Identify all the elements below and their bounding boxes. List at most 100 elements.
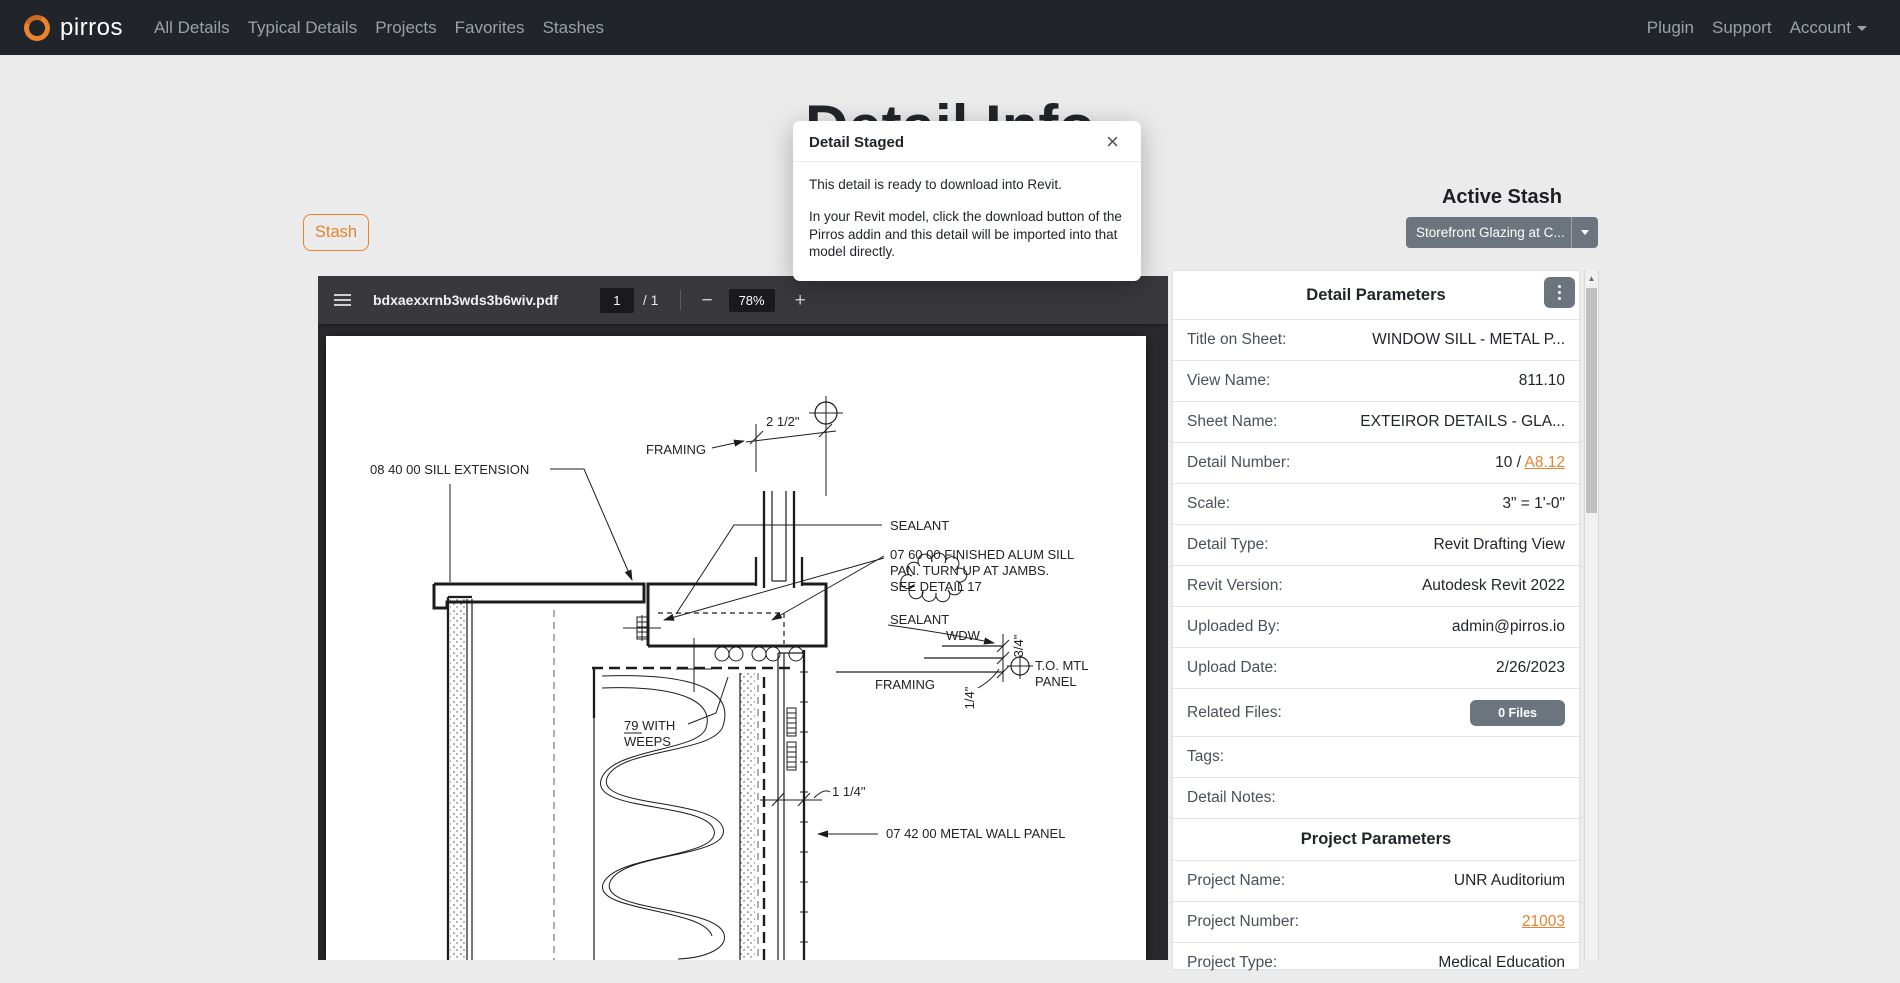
label-to-mtl: T.O. MTL xyxy=(1035,658,1088,673)
modal-body: This detail is ready to download into Re… xyxy=(793,162,1141,281)
label-dim-3-4: 3/4" xyxy=(1011,634,1026,657)
zoom-level: 78% xyxy=(728,288,775,312)
detail-parameters-panel: Detail Parameters Title on Sheet: WINDOW… xyxy=(1172,270,1580,971)
row-value: 2/26/2023 xyxy=(1496,659,1565,676)
nav-item-favorites[interactable]: Favorites xyxy=(446,18,534,38)
label-framing-bottom: FRAMING xyxy=(875,677,935,692)
top-navbar: pirros All Details Typical Details Proje… xyxy=(0,0,1900,55)
close-icon[interactable]: × xyxy=(1100,131,1125,153)
row-value: WINDOW SILL - METAL P... xyxy=(1372,331,1565,348)
project-parameters-header: Project Parameters xyxy=(1173,818,1579,860)
param-row-detail-type: Detail Type: Revit Drafting View xyxy=(1173,524,1579,565)
toolbar-separator xyxy=(680,290,682,310)
brand[interactable]: pirros xyxy=(20,10,123,45)
row-label: Tags: xyxy=(1187,748,1225,765)
row-label: Project Name: xyxy=(1187,872,1286,889)
row-label: Detail Notes: xyxy=(1187,789,1276,806)
row-value: 811.10 xyxy=(1518,372,1565,389)
label-dim-1-4: 1/4" xyxy=(962,686,977,709)
active-stash-dropdown[interactable]: Storefront Glazing at C... xyxy=(1406,217,1598,248)
active-stash-selected: Storefront Glazing at C... xyxy=(1416,225,1565,240)
panel-header: Detail Parameters xyxy=(1173,271,1579,319)
detail-drawing: 2 1/2" FRAMING 1 1/4" 07 42 00 METAL WAL… xyxy=(370,396,1088,960)
nav-item-all-details[interactable]: All Details xyxy=(145,18,239,38)
related-files-button[interactable]: 0 Files xyxy=(1470,699,1565,726)
param-row-scale: Scale: 3" = 1'-0" xyxy=(1173,483,1579,524)
row-value: 3" = 1'-0" xyxy=(1502,495,1565,512)
chevron-down-icon xyxy=(1581,230,1589,235)
row-value: Medical Education xyxy=(1438,954,1565,971)
row-label: Uploaded By: xyxy=(1187,618,1281,635)
param-row-revit-version: Revit Version: Autodesk Revit 2022 xyxy=(1173,565,1579,606)
nav-item-projects[interactable]: Projects xyxy=(366,18,445,38)
page-count: / 1 xyxy=(642,292,659,308)
row-value: admin@pirros.io xyxy=(1451,618,1565,635)
project-number-link[interactable]: 21003 xyxy=(1522,913,1565,930)
label-sill-extension: 08 40 00 SILL EXTENSION xyxy=(370,462,529,477)
modal-title: Detail Staged xyxy=(809,133,905,151)
row-label: Project Number: xyxy=(1187,913,1299,930)
label-framing-top: FRAMING xyxy=(646,442,706,457)
detail-staged-modal: Detail Staged × This detail is ready to … xyxy=(793,121,1141,282)
param-row-related-files: Related Files: 0 Files xyxy=(1173,688,1579,736)
row-label: Scale: xyxy=(1187,495,1231,512)
param-row-tags: Tags: xyxy=(1173,736,1579,777)
scroll-up-arrow[interactable]: ▲ xyxy=(1585,270,1598,286)
panel-scrollbar[interactable]: ▲ xyxy=(1584,270,1599,960)
nav-item-account[interactable]: Account xyxy=(1781,18,1876,38)
account-label: Account xyxy=(1789,17,1851,37)
nav-item-plugin[interactable]: Plugin xyxy=(1638,18,1703,38)
label-metal-wall-panel: 07 42 00 METAL WALL PANEL xyxy=(886,826,1065,841)
nav-item-stashes[interactable]: Stashes xyxy=(534,18,613,38)
row-label: Upload Date: xyxy=(1187,659,1278,676)
row-label: Title on Sheet: xyxy=(1187,331,1287,348)
label-weeps-2: WEEPS xyxy=(624,734,671,749)
param-row-view-name: View Name: 811.10 xyxy=(1173,360,1579,401)
row-label: Detail Type: xyxy=(1187,536,1269,553)
param-row-detail-notes: Detail Notes: xyxy=(1173,777,1579,818)
param-row-project-number: Project Number: 21003 xyxy=(1173,901,1579,942)
row-value: Autodesk Revit 2022 xyxy=(1421,577,1565,594)
pdf-toolbar: bdxaexxrnb3wds3b6wiv.pdf / 1 − 78% + xyxy=(318,276,1168,324)
sidebar-toggle-icon[interactable] xyxy=(334,291,351,309)
page-number-input[interactable] xyxy=(599,287,634,313)
kebab-menu-button[interactable] xyxy=(1544,277,1575,308)
zoom-out-button[interactable]: − xyxy=(695,290,718,311)
zoom-in-button[interactable]: + xyxy=(789,290,812,311)
row-label: Sheet Name: xyxy=(1187,413,1278,430)
param-row-project-name: Project Name: UNR Auditorium xyxy=(1173,860,1579,901)
pirros-logo-icon xyxy=(20,10,54,45)
label-to-mtl-panel: PANEL xyxy=(1035,674,1077,689)
row-label: Project Type: xyxy=(1187,954,1278,971)
label-sealant-lower: SEALANT xyxy=(890,612,949,627)
param-row-upload-date: Upload Date: 2/26/2023 xyxy=(1173,647,1579,688)
sheet-number-link[interactable]: A8.12 xyxy=(1524,454,1565,471)
nav-item-support[interactable]: Support xyxy=(1703,18,1781,38)
modal-paragraph-1: This detail is ready to download into Re… xyxy=(809,177,1062,192)
scrollbar-thumb[interactable] xyxy=(1586,288,1597,513)
param-row-sheet-name: Sheet Name: EXTEIROR DETAILS - GLA... xyxy=(1173,401,1579,442)
nav-item-typical-details[interactable]: Typical Details xyxy=(239,18,367,38)
param-row-title-on-sheet: Title on Sheet: WINDOW SILL - METAL P... xyxy=(1173,319,1579,360)
label-alum-sill-2: PAN. TURN UP AT JAMBS. xyxy=(890,563,1049,578)
active-stash: Active Stash Storefront Glazing at C... xyxy=(1406,186,1598,248)
label-alum-sill-1: 07 60 00 FINISHED ALUM SILL xyxy=(890,547,1074,562)
row-label: Revit Version: xyxy=(1187,577,1283,594)
row-label: Detail Number: xyxy=(1187,454,1291,471)
label-alum-sill-3: SEE DETAIL 17 xyxy=(890,579,982,594)
nav-right: Plugin Support Account xyxy=(1638,18,1876,38)
dropdown-caret-zone xyxy=(1571,217,1598,248)
stash-button[interactable]: Stash xyxy=(303,214,369,251)
label-dim-1-quarter-inch: 1 1/4" xyxy=(832,784,866,799)
row-value: EXTEIROR DETAILS - GLA... xyxy=(1360,413,1565,430)
label-weeps-1: 79 WITH xyxy=(624,718,675,733)
row-value: UNR Auditorium xyxy=(1453,872,1565,889)
label-dim-2-half: 2 1/2" xyxy=(766,414,800,429)
param-row-detail-number: Detail Number: 10 / A8.12 xyxy=(1173,442,1579,483)
row-label: View Name: xyxy=(1187,372,1271,389)
label-wdw: WDW xyxy=(946,628,981,643)
modal-header: Detail Staged × xyxy=(793,121,1141,162)
label-sealant-upper: SEALANT xyxy=(890,518,949,533)
active-stash-heading: Active Stash xyxy=(1441,186,1563,208)
panel-title: Detail Parameters xyxy=(1306,285,1446,304)
